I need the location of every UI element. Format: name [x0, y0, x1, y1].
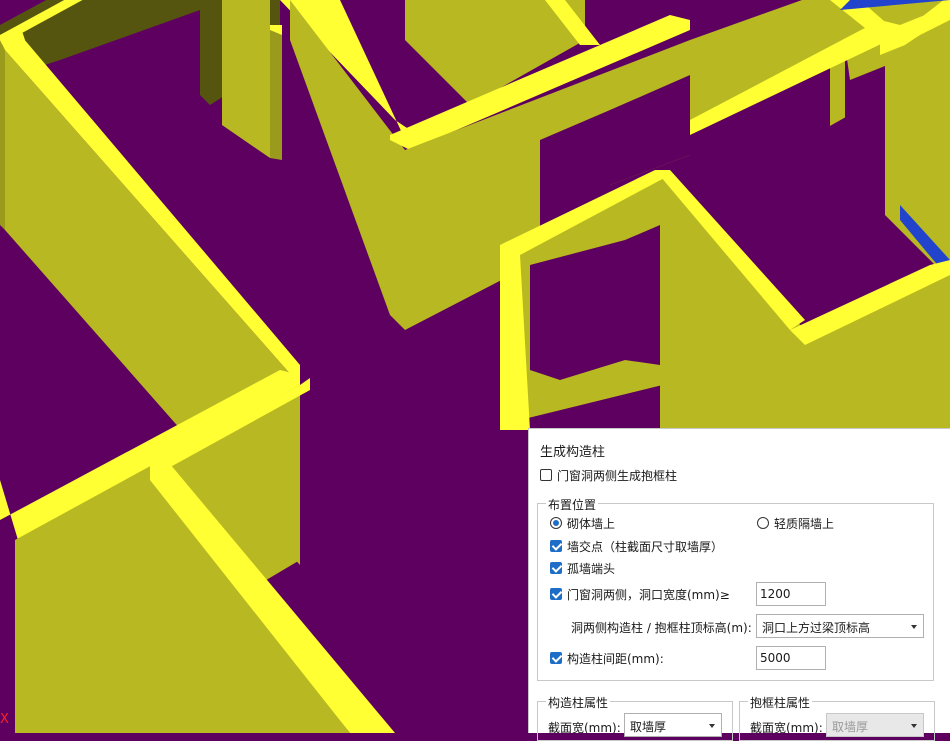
radio-masonry-wall[interactable] [550, 517, 562, 529]
column-section-width-value: 取墙厚 [630, 720, 667, 734]
frame-props-title: 抱框柱属性 [748, 694, 813, 711]
radio-light-partition[interactable] [757, 517, 769, 529]
wall-intersection-label: 墙交点（柱截面尺寸取墙厚） [567, 540, 724, 554]
column-section-width-select[interactable]: 取墙厚 [624, 713, 722, 737]
spacing-checkbox[interactable] [550, 652, 562, 664]
frame-section-width-value: 取墙厚 [832, 720, 869, 734]
top-elevation-label: 洞两侧构造柱 / 抱框柱顶标高(m): [571, 621, 752, 635]
chevron-down-icon [911, 724, 917, 728]
column-props-group: 构造柱属性 截面宽(mm): 取墙厚 [537, 694, 733, 741]
top-elevation-value: 洞口上方过梁顶标高 [762, 621, 871, 635]
wall-intersection-checkbox[interactable] [550, 540, 562, 552]
axis-x-label: X [0, 712, 9, 727]
radio-masonry-wall-label: 砌体墙上 [567, 517, 616, 531]
placement-group: 布置位置 砌体墙上 轻质隔墙上 墙交点（柱截面尺寸取墙厚） 孤墙端头 门窗洞两侧… [537, 496, 934, 681]
spacing-label: 构造柱间距(mm): [567, 652, 664, 666]
opening-sides-checkbox[interactable] [550, 588, 562, 600]
radio-light-partition-label: 轻质隔墙上 [774, 517, 835, 531]
spacing-input[interactable]: 5000 [756, 646, 826, 670]
isolated-wall-end-label: 孤墙端头 [567, 562, 616, 576]
panel-title: 生成构造柱 [540, 445, 606, 460]
generate-construction-column-panel: 生成构造柱 门窗洞两侧生成抱框柱 布置位置 砌体墙上 轻质隔墙上 墙交点（柱截面… [528, 428, 950, 741]
top-elevation-select[interactable]: 洞口上方过梁顶标高 [756, 614, 924, 638]
opening-width-input[interactable]: 1200 [756, 582, 826, 606]
column-props-title: 构造柱属性 [546, 694, 611, 711]
chevron-down-icon [709, 724, 715, 728]
isolated-wall-end-checkbox[interactable] [550, 562, 562, 574]
opening-sides-label: 门窗洞两侧，洞口宽度(mm)≥ [567, 588, 730, 602]
frame-section-width-select[interactable]: 取墙厚 [826, 713, 924, 737]
frame-props-group: 抱框柱属性 截面宽(mm): 取墙厚 [739, 694, 935, 741]
frame-columns-label: 门窗洞两侧生成抱框柱 [557, 469, 678, 483]
placement-group-title: 布置位置 [546, 496, 599, 513]
frame-columns-checkbox[interactable] [540, 469, 552, 481]
column-section-width-label: 截面宽(mm): [548, 721, 621, 735]
chevron-down-icon [911, 625, 917, 629]
frame-section-width-label: 截面宽(mm): [750, 721, 823, 735]
